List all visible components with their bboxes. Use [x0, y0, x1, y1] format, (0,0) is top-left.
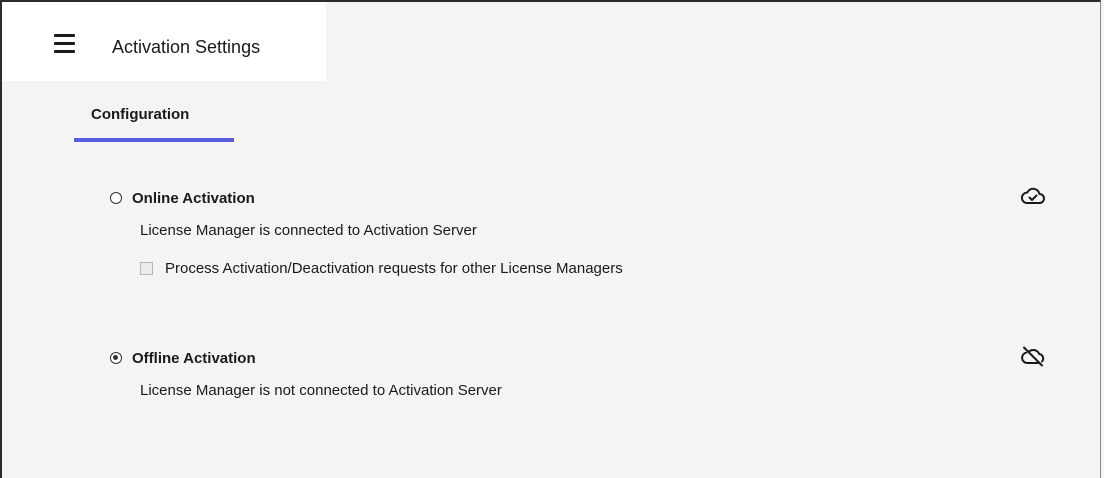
online-activation-radio[interactable] — [110, 192, 122, 204]
settings-window: Activation Settings Configuration Online… — [0, 0, 1101, 478]
tab-configuration[interactable]: Configuration — [74, 94, 234, 142]
process-requests-checkbox[interactable] — [140, 262, 153, 275]
cloud-check-icon — [1020, 187, 1045, 204]
online-activation-radio-row[interactable]: Online Activation — [110, 188, 255, 208]
offline-activation-radio-row[interactable]: Offline Activation — [110, 348, 256, 368]
tab-configuration-label: Configuration — [91, 106, 190, 123]
header: Activation Settings — [2, 2, 326, 81]
active-tab-indicator — [74, 138, 234, 142]
process-requests-label: Process Activation/Deactivation requests… — [165, 260, 623, 277]
online-activation-description: License Manager is connected to Activati… — [140, 222, 477, 239]
online-activation-label: Online Activation — [132, 189, 255, 207]
offline-activation-label: Offline Activation — [132, 349, 256, 367]
cloud-off-icon — [1021, 346, 1045, 367]
offline-activation-radio[interactable] — [110, 352, 122, 364]
process-requests-checkbox-row[interactable]: Process Activation/Deactivation requests… — [140, 260, 623, 277]
page-title: Activation Settings — [112, 37, 261, 57]
hamburger-menu-icon[interactable] — [52, 32, 86, 58]
offline-activation-description: License Manager is not connected to Acti… — [140, 382, 502, 399]
